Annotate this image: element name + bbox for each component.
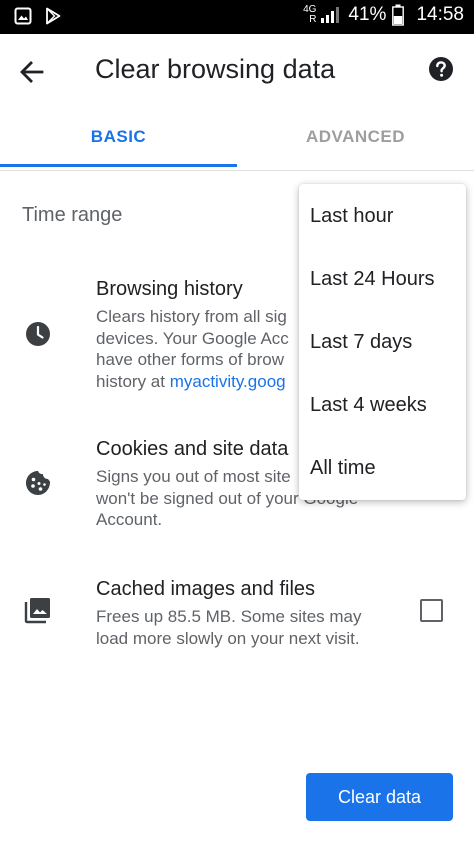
image-icon: [24, 598, 50, 624]
status-bar: 4G R 41% 14:58: [0, 0, 474, 34]
gallery-icon: [14, 7, 32, 25]
status-bar-notifications: [14, 7, 62, 25]
myactivity-link[interactable]: myactivity.goog: [170, 372, 286, 391]
network-indicator: 4G R: [303, 5, 316, 25]
option-all-time[interactable]: All time: [299, 437, 466, 500]
option-last-hour[interactable]: Last hour: [299, 185, 466, 248]
time-range-dropdown: Last hour Last 24 Hours Last 7 days Last…: [299, 184, 466, 500]
option-last-7-days[interactable]: Last 7 days: [299, 311, 466, 374]
cached-images-checkbox[interactable]: [420, 599, 443, 622]
cached-images-option[interactable]: Cached images and files Frees up 85.5 MB…: [0, 576, 474, 652]
roaming-indicator: R: [309, 14, 317, 25]
time-range-label: Time range: [22, 204, 123, 226]
description-line: Frees up 85.5 MB. Some sites may: [96, 607, 362, 626]
battery-icon: [392, 4, 405, 26]
description-text: history at: [96, 371, 170, 391]
play-store-icon: [46, 7, 61, 25]
app-bar: Clear browsing data: [0, 34, 474, 106]
option-last-4-weeks[interactable]: Last 4 weeks: [299, 374, 466, 437]
clock: 14:58: [416, 4, 464, 25]
selected-tab-indicator: [0, 164, 237, 167]
cached-images-text: Cached images and files Frees up 85.5 MB…: [96, 576, 396, 649]
back-button[interactable]: [16, 56, 48, 88]
help-icon: [429, 57, 453, 81]
arrow-back-icon: [20, 61, 44, 83]
tab-bar: BASIC ADVANCED: [0, 106, 474, 171]
clock-icon: [26, 322, 50, 346]
description-line: load more slowly on your next visit.: [96, 628, 360, 648]
cached-images-description: Frees up 85.5 MB. Some sites may load mo…: [96, 606, 396, 649]
page-title: Clear browsing data: [95, 54, 336, 84]
clear-data-button[interactable]: Clear data: [306, 773, 453, 821]
battery-percent: 41%: [348, 4, 387, 25]
cookie-icon: [26, 471, 50, 495]
cached-images-heading: Cached images and files: [96, 578, 316, 600]
description-line: Account.: [96, 510, 163, 529]
tab-advanced[interactable]: ADVANCED: [237, 106, 474, 168]
help-button[interactable]: [428, 56, 454, 82]
option-last-24-hours[interactable]: Last 24 Hours: [299, 248, 466, 311]
tab-basic[interactable]: BASIC: [0, 106, 237, 168]
signal-icon: [321, 7, 340, 23]
status-bar-system: 4G R 41% 14:58: [303, 4, 464, 26]
